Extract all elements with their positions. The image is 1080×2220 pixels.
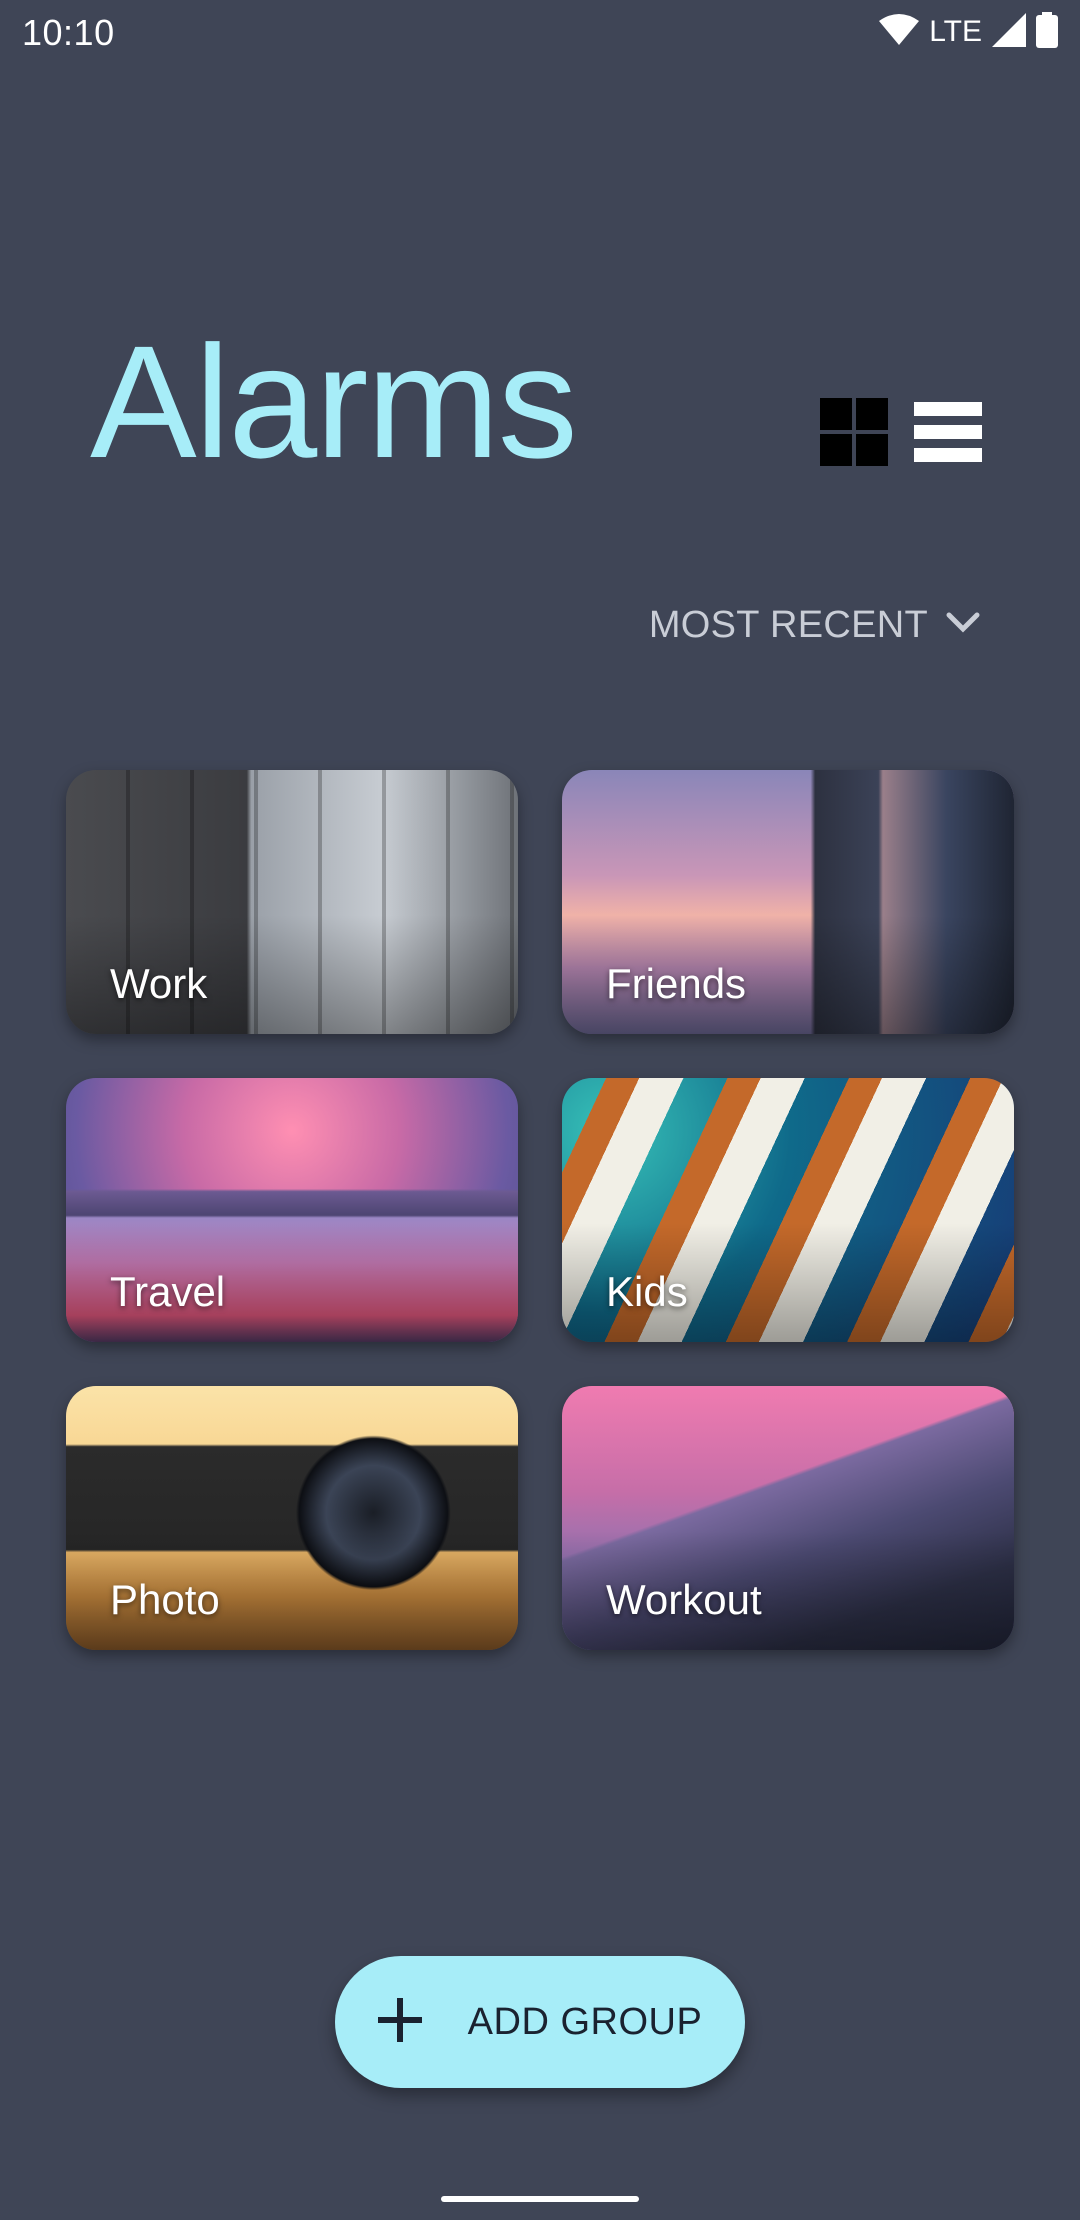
group-grid: Work Friends Travel Kids Photo Workout [66,770,1014,1650]
sort-label: MOST RECENT [648,604,928,646]
page-title: Alarms [90,312,578,491]
group-card-work[interactable]: Work [66,770,518,1034]
wifi-icon [879,13,920,52]
group-card-label: Travel [110,1268,226,1315]
status-bar: 10:10 LTE [0,0,1080,66]
list-view-button[interactable] [914,400,982,468]
list-view-icon [914,401,982,467]
group-card-workout[interactable]: Workout [562,1386,1014,1650]
group-card-kids[interactable]: Kids [562,1078,1014,1342]
group-card-travel[interactable]: Travel [66,1078,518,1342]
status-icons: LTE [879,11,1058,53]
sort-dropdown[interactable]: MOST RECENT [649,604,980,647]
status-time: 10:10 [22,12,115,53]
battery-icon [1036,11,1058,53]
add-group-button[interactable]: ADD GROUP [335,1956,745,2088]
group-card-label: Work [110,960,208,1007]
network-type: LTE [929,15,982,48]
group-card-photo[interactable]: Photo [66,1386,518,1650]
group-card-label: Photo [110,1576,220,1623]
grid-view-icon [820,397,888,471]
plus-icon [377,1997,422,2047]
group-card-friends[interactable]: Friends [562,770,1014,1034]
group-card-label: Friends [606,960,747,1007]
signal-icon [992,12,1026,52]
chevron-down-icon [946,612,980,639]
grid-view-button[interactable] [820,397,888,471]
gesture-bar[interactable] [441,2196,639,2202]
group-card-label: Kids [606,1268,688,1315]
group-card-label: Workout [606,1576,762,1623]
add-group-label: ADD GROUP [467,2000,703,2043]
